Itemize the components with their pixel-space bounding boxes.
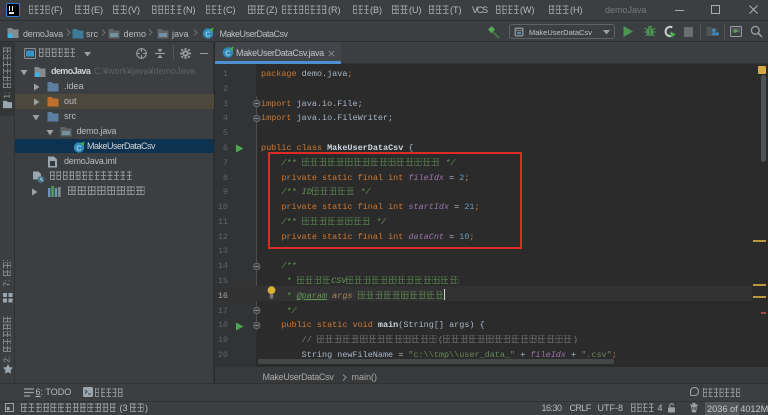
svg-text:C: C (225, 48, 231, 57)
svg-text:C: C (76, 143, 82, 152)
svg-text:C: C (205, 29, 211, 38)
